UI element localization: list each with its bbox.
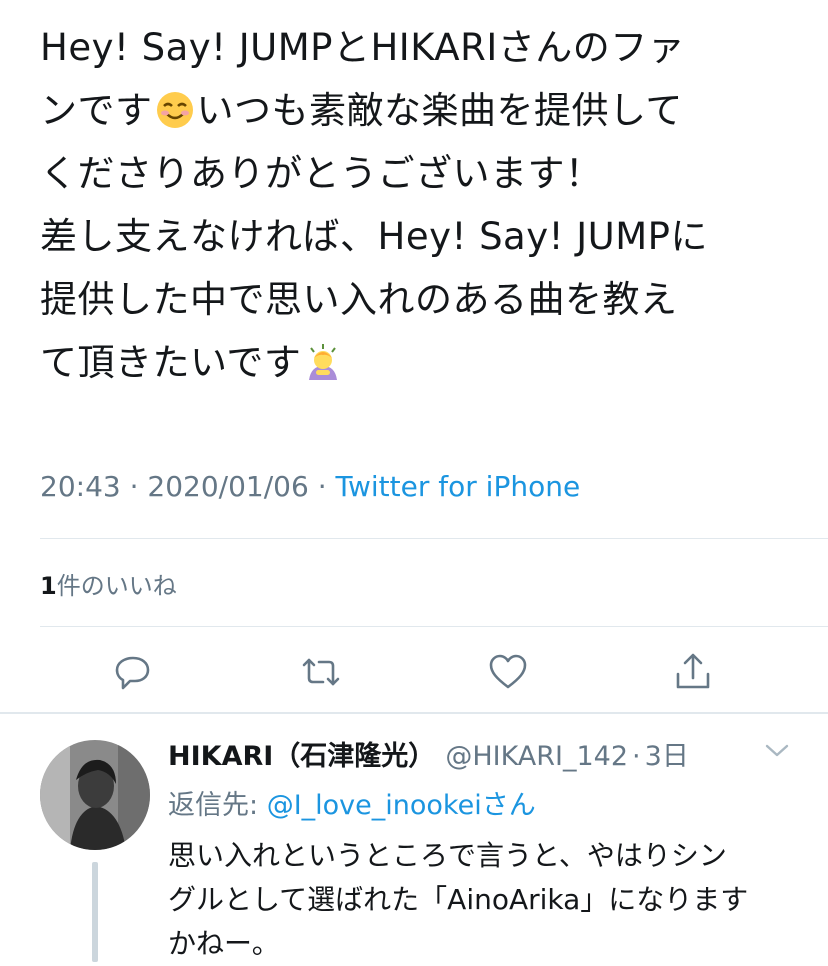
tweet-text-fragment: いつも素敵な楽曲を提供して	[196, 89, 683, 132]
tweet-text-line: て頂きたいです	[40, 331, 800, 394]
like-button[interactable]	[486, 650, 530, 694]
divider	[40, 626, 828, 627]
tweet-text-line: くださりありがとうございます！	[40, 152, 603, 195]
tweet-text-line: ンです いつも素敵な楽曲を提供して	[40, 79, 800, 142]
tweet-actions	[0, 640, 828, 700]
meta-separator: ·	[129, 470, 139, 503]
tweet-meta: 20:43 · 2020/01/06 · Twitter for iPhone	[40, 470, 580, 503]
tweet-date: 2020/01/06	[147, 470, 309, 503]
person-bowing-emoji-icon	[309, 344, 338, 380]
retweet-button[interactable]	[299, 650, 343, 694]
reply-to-suffix: さん	[481, 790, 536, 821]
reply-to-mention[interactable]: @I_love_inookei	[267, 790, 482, 821]
reply-icon	[115, 656, 150, 690]
reply-to-label: 返信先:	[168, 790, 267, 821]
tweet-text-fragment: ンです	[40, 89, 153, 132]
tweet-text-line: Hey! Say! JUMPとHIKARIさんのファ	[40, 26, 686, 69]
reply-to: 返信先: @I_love_inookeiさん	[168, 783, 536, 822]
reply-text-line: グルとして選ばれた「AinoArika」になります	[168, 883, 749, 916]
divider	[40, 538, 828, 539]
thread-line	[92, 862, 98, 962]
reply-text-line: 思い入れというところで言うと、やはりシン	[168, 839, 727, 872]
chevron-down-icon[interactable]	[762, 736, 792, 766]
likes-count: 1	[40, 572, 57, 600]
share-button[interactable]	[671, 650, 715, 694]
tweet-source-link[interactable]: Twitter for iPhone	[336, 470, 581, 503]
tweet-text-fragment: て頂きたいです	[40, 341, 302, 384]
retweet-icon	[302, 658, 340, 686]
reply-author-handle[interactable]: @HIKARI_142	[445, 741, 628, 772]
share-icon	[676, 653, 710, 689]
heart-icon	[489, 654, 527, 689]
smiling-face-emoji-icon	[156, 92, 193, 128]
avatar[interactable]	[40, 740, 150, 850]
reply-separator: ·	[632, 741, 641, 772]
likes-count-link[interactable]: 1件のいいね	[40, 566, 177, 601]
tweet-time: 20:43	[40, 470, 121, 503]
avatar-photo	[40, 740, 150, 850]
section-divider	[0, 712, 828, 714]
likes-label: 件のいいね	[56, 572, 177, 600]
reply-time: 3日	[644, 741, 689, 772]
reply-header: HIKARI（石津隆光） @HIKARI_142 · 3日	[168, 734, 689, 773]
tweet-text-line: 差し支えなければ、Hey! Say! JUMPに	[40, 215, 708, 258]
reply-text-line: かねー。	[168, 927, 280, 960]
tweet-text-line: 提供した中で思い入れのある曲を教え	[40, 278, 678, 321]
reply-body: 思い入れというところで言うと、やはりシン グルとして選ばれた「AinoArika…	[168, 834, 808, 966]
tweet-body: Hey! Say! JUMPとHIKARIさんのファ ンです いつも素敵な楽曲を提…	[40, 16, 800, 394]
reply-button[interactable]	[111, 650, 155, 694]
meta-separator: ·	[317, 470, 327, 503]
reply-author-name[interactable]: HIKARI（石津隆光）	[168, 741, 435, 772]
